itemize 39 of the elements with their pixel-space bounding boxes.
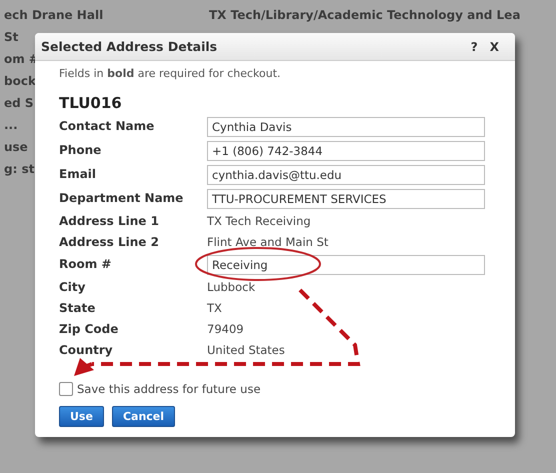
field-label: Phone: [59, 143, 102, 157]
text-field[interactable]: +1 (806) 742-3844: [207, 140, 485, 160]
field-label: Zip Code: [59, 322, 120, 336]
dialog-title: Selected Address Details: [41, 39, 218, 54]
text-field[interactable]: Cynthia Davis: [207, 116, 485, 136]
field-value: Lubbock: [207, 280, 256, 294]
background-text: use: [4, 140, 28, 156]
close-button[interactable]: X: [484, 40, 505, 54]
field-label: Department Name: [59, 191, 184, 205]
field-label: Address Line 1: [59, 214, 160, 228]
field-label: State: [59, 300, 96, 314]
background-text: ed S: [4, 96, 34, 112]
background-text: ech Drane Hall: [4, 8, 104, 24]
use-button[interactable]: Use: [59, 406, 104, 427]
address-code: TLU016: [59, 94, 123, 112]
field-value: 79409: [207, 322, 244, 336]
background-text: St: [4, 30, 18, 46]
cancel-button[interactable]: Cancel: [112, 406, 176, 427]
field-label: Contact Name: [59, 119, 156, 133]
field-label: Address Line 2: [59, 234, 160, 248]
field-label: Email: [59, 167, 98, 181]
background-text: TX Tech/Library/Academic Technology and Lea: [209, 8, 520, 22]
field-label: City: [59, 280, 86, 294]
text-field[interactable]: cynthia.davis@ttu.edu: [207, 164, 485, 184]
field-value: TX Tech Receiving: [207, 214, 311, 228]
field-value: TX: [207, 300, 222, 314]
background-text: bock: [4, 74, 36, 90]
background-text: ...: [4, 118, 18, 134]
field-label: Room #: [59, 257, 112, 271]
save-label: Save this address for future use: [77, 382, 261, 396]
save-checkbox[interactable]: [59, 382, 73, 396]
field-value: United States: [207, 342, 285, 356]
text-field[interactable]: TTU-PROCUREMENT SERVICES: [207, 188, 485, 208]
required-note: Fields in bold are required for checkout.: [59, 67, 282, 80]
background-text: g: st: [4, 162, 34, 178]
help-button[interactable]: ?: [464, 40, 484, 54]
field-label: Country: [59, 342, 114, 356]
field-value: Flint Ave and Main St: [207, 234, 328, 248]
text-field[interactable]: Receiving: [207, 254, 485, 274]
